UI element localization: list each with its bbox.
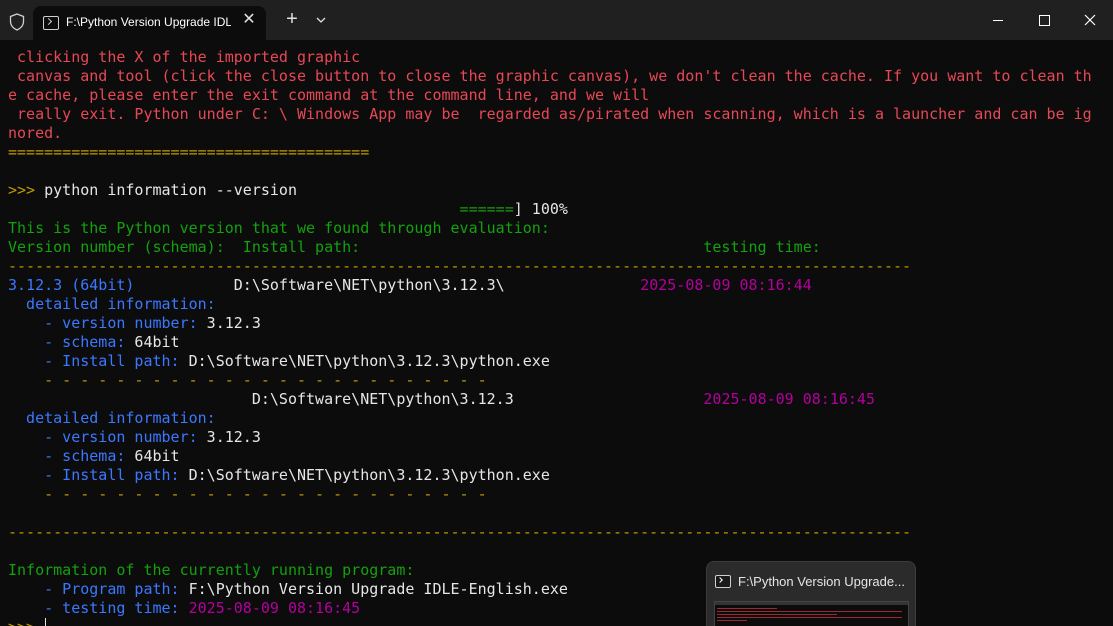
progress-text: ] 100% — [513, 200, 568, 218]
thumbnail-titlebar — [715, 602, 908, 605]
sub-separator: - - - - - - - - - - - - - - - - - - - - … — [8, 485, 487, 503]
detail-row: - schema: 64bit — [8, 333, 1108, 352]
command-line: >>> python information --version — [8, 181, 1108, 200]
install-path: D:\Software\NET\python\3.12.3 — [251, 390, 514, 408]
sub-separator: - - - - - - - - - - - - - - - - - - - - … — [8, 371, 487, 389]
progress-line: ======] 100% — [8, 200, 1108, 219]
close-icon — [1084, 14, 1096, 26]
detail-row: - Install path: D:\Software\NET\python\3… — [8, 352, 1108, 371]
version-label: 3.12.3 (64bit) — [8, 276, 135, 294]
intro-line: nored. — [8, 124, 63, 142]
running-message: Information of the currently running pro… — [8, 561, 415, 579]
progress-bar: ====== — [459, 200, 514, 218]
separator-equals: ======================================== — [8, 143, 370, 161]
detail-row: - schema: 64bit — [8, 447, 1108, 466]
detail-value: 64bit — [125, 447, 180, 465]
progress-pad — [8, 200, 460, 218]
entry-row: D:\Software\NET\python\3.12.3 2025-08-09… — [8, 390, 1108, 409]
install-path: D:\Software\NET\python\3.12.3\ — [233, 276, 505, 294]
entry-row: 3.12.3 (64bit) D:\Software\NET\python\3.… — [8, 276, 1108, 295]
program-path-key: - Program path: — [8, 580, 180, 598]
terminal-output[interactable]: clicking the X of the imported graphic c… — [8, 48, 1108, 626]
intro-line: e cache, please enter the exit command a… — [8, 86, 650, 104]
shield-icon — [9, 13, 25, 31]
title-bar[interactable]: F:\Python Version Upgrade IDLE-English.e… — [0, 0, 1113, 40]
terminal-icon — [715, 575, 731, 588]
prompt: >>> — [8, 618, 44, 626]
testing-time-key: - testing time: — [8, 599, 180, 617]
detail-value: 3.12.3 — [197, 428, 261, 446]
separator-dash: ----------------------------------------… — [8, 523, 912, 541]
detail-value: D:\Software\NET\python\3.12.3\python.exe — [179, 466, 550, 484]
preview-title: F:\Python Version Upgrade... — [738, 574, 905, 589]
intro-line: really exit. Python under C: \ Windows A… — [8, 105, 1092, 123]
detail-value: 64bit — [125, 333, 180, 351]
maximize-button[interactable] — [1021, 0, 1067, 40]
detail-key: - version number: — [8, 428, 198, 446]
program-path-row: - Program path: F:\Python Version Upgrad… — [8, 580, 1108, 599]
detail-key: - version number: — [8, 314, 198, 332]
found-message: This is the Python version that we found… — [8, 219, 550, 237]
table-header: Version number (schema): Install path: t… — [8, 238, 821, 256]
new-tab-button[interactable]: + — [283, 9, 301, 29]
detail-value: 3.12.3 — [197, 314, 261, 332]
detail-row: - version number: 3.12.3 — [8, 314, 1108, 333]
thumbnail-line — [717, 614, 837, 615]
detail-key: - Install path: — [8, 466, 180, 484]
testing-time-value: 2025-08-09 08:16:45 — [179, 599, 361, 617]
input-line[interactable]: >>> — [8, 618, 1108, 626]
close-tab-button[interactable]: ✕ — [241, 12, 257, 28]
text-cursor — [45, 618, 47, 626]
detail-row: - Install path: D:\Software\NET\python\3… — [8, 466, 1108, 485]
preview-thumbnail[interactable] — [714, 601, 909, 626]
terminal-icon — [43, 16, 59, 30]
minimize-button[interactable] — [975, 0, 1021, 40]
testing-time: 2025-08-09 08:16:45 — [703, 390, 875, 408]
detail-value: D:\Software\NET\python\3.12.3\python.exe — [179, 352, 550, 370]
detail-row: - version number: 3.12.3 — [8, 428, 1108, 447]
program-path-value: F:\Python Version Upgrade IDLE-English.e… — [179, 580, 568, 598]
thumbnail-line — [717, 611, 902, 612]
thumbnail-line — [717, 608, 777, 609]
testing-time: 2025-08-09 08:16:44 — [640, 276, 812, 294]
prompt: >>> — [8, 181, 36, 199]
intro-line: canvas and tool (click the close button … — [8, 67, 1092, 85]
separator-dash: ----------------------------------------… — [8, 257, 912, 275]
thumbnail-line — [717, 620, 747, 621]
terminal-window: F:\Python Version Upgrade IDLE-English.e… — [0, 0, 1113, 626]
intro-line: clicking the X of the imported graphic — [8, 48, 361, 66]
thumbnail-line — [717, 617, 902, 618]
testing-time-row: - testing time: 2025-08-09 08:16:45 — [8, 599, 1108, 618]
detail-key: - Install path: — [8, 352, 180, 370]
close-window-button[interactable] — [1067, 0, 1113, 40]
tab-title: F:\Python Version Upgrade IDLE-English.e… — [66, 15, 231, 29]
taskbar-preview[interactable]: F:\Python Version Upgrade... — [706, 561, 916, 626]
detail-key: - schema: — [8, 447, 126, 465]
tab-active[interactable]: F:\Python Version Upgrade IDLE-English.e… — [33, 6, 266, 40]
chevron-down-icon[interactable] — [314, 14, 328, 26]
detail-key: - schema: — [8, 333, 126, 351]
detail-label: detailed information: — [8, 295, 216, 313]
detail-label: detailed information: — [8, 409, 216, 427]
command-text: python information --version — [35, 181, 297, 199]
